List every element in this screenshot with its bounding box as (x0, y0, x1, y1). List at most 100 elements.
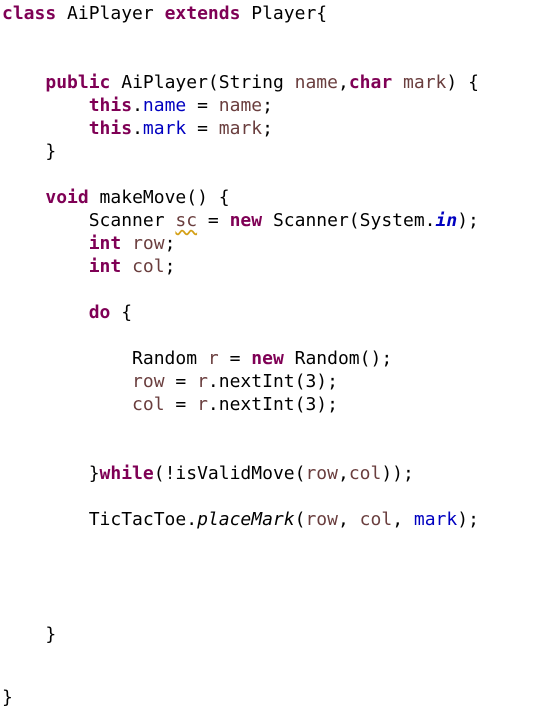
code-token: do (88, 302, 111, 323)
code-token: Player{ (240, 3, 328, 24)
code-token: col (348, 463, 382, 484)
code-token: . (132, 118, 143, 139)
code-line[interactable]: void makeMove() { (2, 186, 230, 209)
code-token: = (197, 210, 230, 231)
code-token: , (337, 463, 349, 484)
code-token: (!isValidMove( (153, 463, 306, 484)
code-token: row (305, 509, 338, 530)
code-token: r (197, 394, 208, 415)
code-token: = (186, 118, 219, 139)
code-token: public (45, 72, 111, 93)
code-token: .nextInt(3); (207, 394, 338, 415)
code-token: this (88, 118, 133, 139)
code-line[interactable]: } (2, 140, 56, 163)
code-line[interactable]: } (2, 623, 56, 646)
code-token: row (305, 463, 338, 484)
code-token: ; (262, 95, 273, 116)
code-token: , (392, 509, 414, 530)
code-token: col (132, 256, 165, 277)
code-token: int (88, 233, 122, 254)
code-editor[interactable]: class AiPlayer extends Player{ public Ai… (2, 2, 548, 720)
code-token: Random(); (283, 348, 393, 369)
code-token: makeMove() { (88, 187, 230, 208)
code-token: mark (218, 118, 263, 139)
code-token: = (164, 371, 198, 392)
code-token: ; (262, 118, 273, 139)
code-token: extends (164, 3, 241, 24)
code-line[interactable]: Scanner sc = new Scanner(System.in); (2, 209, 479, 232)
code-line[interactable]: int row; (2, 232, 176, 255)
code-token: ( (294, 509, 306, 530)
code-token: int (88, 256, 122, 277)
code-token: name (142, 95, 187, 116)
code-token: AiPlayer(String (110, 72, 295, 93)
code-token: ); (457, 509, 479, 530)
code-line[interactable]: public AiPlayer(String name,char mark) { (2, 71, 479, 94)
code-token: in (435, 210, 458, 231)
code-token: col (132, 394, 165, 415)
code-token: void (45, 187, 89, 208)
code-line[interactable]: int col; (2, 255, 176, 278)
code-token: = (164, 394, 198, 415)
code-token: . (132, 95, 143, 116)
code-token: mark (142, 118, 187, 139)
code-token: row (132, 233, 165, 254)
code-token: new (229, 210, 263, 231)
code-token: Random (2, 348, 208, 369)
code-token: ; (164, 233, 176, 254)
code-line[interactable]: } (2, 686, 13, 709)
code-token: ); (457, 210, 479, 231)
code-token: Scanner (2, 210, 176, 231)
code-token: ; (164, 256, 176, 277)
code-token: , (337, 72, 349, 93)
code-token: , (337, 509, 360, 530)
code-token: r (197, 371, 208, 392)
code-line[interactable]: col = r.nextInt(3); (2, 393, 338, 416)
code-token: AiPlayer (56, 3, 165, 24)
code-token: r (207, 348, 219, 369)
code-line[interactable]: this.name = name; (2, 94, 273, 117)
code-token: while (99, 463, 154, 484)
code-token: placeMark (197, 509, 295, 530)
code-line[interactable]: TicTacToe.placeMark(row, col, mark); (2, 508, 479, 531)
code-token: ) { (446, 72, 479, 93)
code-token: = (186, 95, 219, 116)
code-token: col (359, 509, 393, 530)
code-token: new (251, 348, 284, 369)
code-line[interactable]: Random r = new Random(); (2, 347, 392, 370)
code-token: row (132, 371, 165, 392)
code-line[interactable]: class AiPlayer extends Player{ (2, 2, 327, 25)
code-token: .nextInt(3); (207, 371, 338, 392)
code-token: name (294, 72, 338, 93)
code-token: )); (381, 463, 414, 484)
code-token: } (2, 141, 57, 162)
code-token: mark (403, 72, 447, 93)
code-token: char (348, 72, 393, 93)
code-token: this (88, 95, 133, 116)
code-token: mark (413, 509, 458, 530)
code-token: TicTacToe. (2, 509, 198, 530)
code-line[interactable]: }while(!isValidMove(row,col)); (2, 462, 414, 485)
code-token: } (2, 687, 13, 708)
code-token: sc (175, 210, 198, 231)
code-token: Scanner(System. (262, 210, 436, 231)
code-token: name (218, 95, 263, 116)
code-token: { (110, 302, 133, 323)
code-line[interactable]: row = r.nextInt(3); (2, 370, 338, 393)
code-line[interactable]: this.mark = mark; (2, 117, 273, 140)
code-token: } (2, 624, 57, 645)
code-token: class (2, 3, 57, 24)
code-line[interactable]: do { (2, 301, 132, 324)
